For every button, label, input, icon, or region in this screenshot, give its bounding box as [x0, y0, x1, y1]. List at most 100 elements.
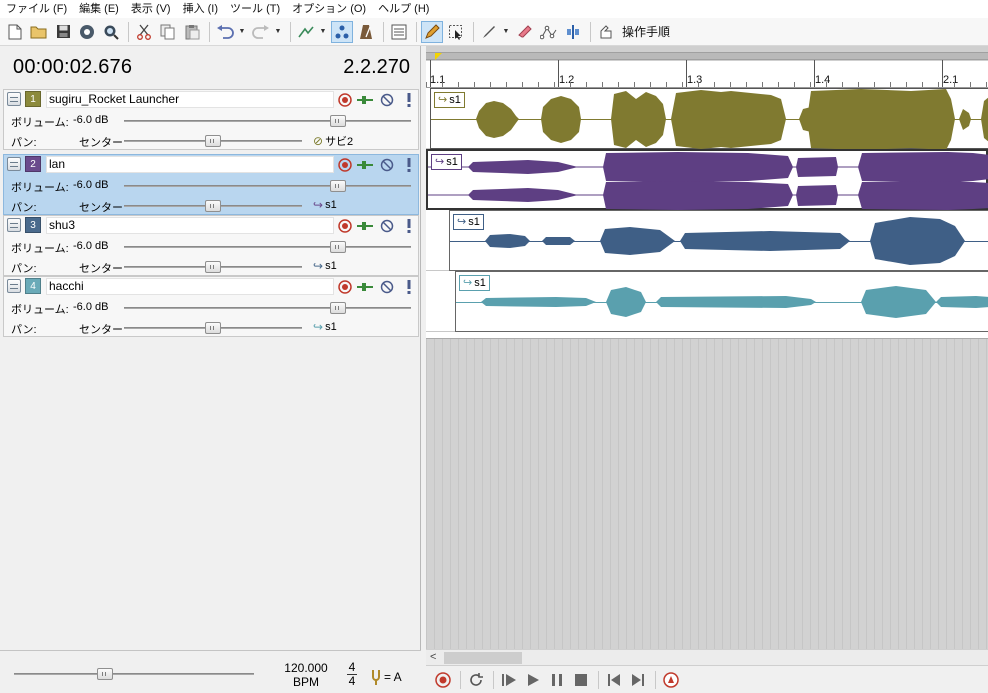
menu-help[interactable]: ヘルプ (H) [372, 0, 435, 18]
menu-file[interactable]: ファイル (F) [0, 0, 73, 18]
scrollbar-thumb[interactable] [444, 652, 522, 664]
pan-slider-thumb[interactable] [205, 322, 221, 334]
track-header-4[interactable]: 4 hacchi ボリューム: -6.0 dB パン: センター ↪ s1 [3, 276, 419, 337]
event-label[interactable]: ↪ s1 [453, 214, 484, 230]
volume-slider-track[interactable] [124, 185, 411, 187]
play-from-start-icon[interactable] [498, 669, 520, 691]
send-target[interactable]: ↪ s1 [313, 259, 337, 273]
cut-icon[interactable] [133, 21, 155, 43]
audio-event[interactable]: ↪ s1 [426, 149, 988, 210]
menu-edit[interactable]: 編集 (E) [73, 0, 125, 18]
redo-icon[interactable] [250, 21, 272, 43]
volume-slider-thumb[interactable] [330, 302, 346, 314]
volume-slider-thumb[interactable] [330, 241, 346, 253]
pause-icon[interactable] [546, 669, 568, 691]
audio-event[interactable]: ↪ s1 [430, 88, 988, 150]
volume-slider-track[interactable] [124, 307, 411, 309]
menu-options[interactable]: オプション (O) [286, 0, 372, 18]
send-target[interactable]: ↪ s1 [313, 198, 337, 212]
time-signature[interactable]: 4 4 [346, 661, 358, 688]
event-label[interactable]: ↪ s1 [431, 154, 462, 170]
loop-icon[interactable] [465, 669, 487, 691]
ripple-dropdown-icon[interactable]: ▼ [319, 21, 327, 43]
mute-icon[interactable] [379, 218, 395, 233]
menu-tools[interactable]: ツール (T) [224, 0, 286, 18]
play-icon[interactable] [522, 669, 544, 691]
go-to-end-icon[interactable] [627, 669, 649, 691]
track-grip-icon[interactable] [7, 218, 21, 232]
mixer-window-icon[interactable] [388, 21, 410, 43]
split-tool-icon[interactable] [562, 21, 584, 43]
track-name-field[interactable]: shu3 [46, 217, 334, 234]
volume-slider-thumb[interactable] [330, 115, 346, 127]
audio-event[interactable]: ↪ s1 [449, 210, 988, 271]
track-header-1[interactable]: 1 sugiru_Rocket Launcher ボリューム: -6.0 dB … [3, 89, 419, 150]
fx-icon[interactable] [357, 279, 373, 294]
volume-slider-track[interactable] [124, 246, 411, 248]
guide-label[interactable]: 操作手順 [622, 23, 670, 40]
cursor-marker-icon[interactable] [435, 53, 442, 60]
solo-icon[interactable] [401, 157, 417, 172]
record-arm-icon[interactable] [337, 157, 353, 172]
fx-icon[interactable] [357, 218, 373, 233]
node-tool-icon[interactable] [538, 21, 560, 43]
paste-icon[interactable] [181, 21, 203, 43]
record-arm-icon[interactable] [337, 279, 353, 294]
stop-icon[interactable] [570, 669, 592, 691]
fx-icon[interactable] [357, 157, 373, 172]
mute-icon[interactable] [379, 157, 395, 172]
track-grip-icon[interactable] [7, 279, 21, 293]
envelope-tool-icon[interactable] [478, 21, 500, 43]
mute-icon[interactable] [379, 92, 395, 107]
track-name-field[interactable]: hacchi [46, 278, 334, 295]
draw-tool-icon[interactable] [421, 20, 443, 43]
master-volume-thumb[interactable] [97, 668, 113, 680]
timeline-ruler[interactable]: 1.1 1.2 1.3 1.4 2.1 [426, 60, 988, 88]
metronome-icon[interactable] [355, 21, 377, 43]
render-icon[interactable] [76, 21, 98, 43]
fx-icon[interactable] [357, 92, 373, 107]
pan-slider-thumb[interactable] [205, 261, 221, 273]
record-icon[interactable] [432, 669, 454, 691]
copy-icon[interactable] [157, 21, 179, 43]
track-header-2[interactable]: 2 lan ボリューム: -6.0 dB パン: センター ↪ s1 [3, 154, 419, 215]
send-target[interactable]: ↪ s1 [313, 320, 337, 334]
solo-icon[interactable] [401, 218, 417, 233]
loop-region-bar[interactable] [426, 52, 988, 60]
event-label[interactable]: ↪ s1 [434, 92, 465, 108]
tuning-display[interactable]: = A [370, 669, 402, 685]
menu-insert[interactable]: 挿入 (I) [177, 0, 224, 18]
track-header-3[interactable]: 3 shu3 ボリューム: -6.0 dB パン: センター ↪ s1 [3, 215, 419, 276]
solo-icon[interactable] [401, 279, 417, 294]
tempo-display[interactable]: 120.000 BPM [283, 661, 329, 689]
scroll-left-icon[interactable]: < [430, 651, 436, 663]
track-name-field[interactable]: sugiru_Rocket Launcher [46, 91, 334, 108]
empty-track-area[interactable] [426, 338, 988, 649]
event-label[interactable]: ↪ s1 [459, 275, 490, 291]
guide-icon[interactable] [595, 21, 617, 43]
audio-event[interactable]: ↪ s1 [455, 271, 988, 332]
solo-icon[interactable] [401, 92, 417, 107]
lock-envelopes-icon[interactable] [331, 20, 353, 43]
track-grip-icon[interactable] [7, 157, 21, 171]
undo-icon[interactable] [214, 21, 236, 43]
eraser-icon[interactable] [514, 21, 536, 43]
track-grip-icon[interactable] [7, 92, 21, 106]
undo-dropdown-icon[interactable]: ▼ [238, 21, 246, 43]
horizontal-scrollbar[interactable]: < [426, 649, 988, 665]
record-arm-icon[interactable] [337, 92, 353, 107]
record-arm-icon[interactable] [337, 218, 353, 233]
volume-slider-track[interactable] [124, 120, 411, 122]
master-volume-track[interactable] [14, 673, 254, 675]
pan-slider-thumb[interactable] [205, 200, 221, 212]
new-file-icon[interactable] [4, 21, 26, 43]
mute-icon[interactable] [379, 279, 395, 294]
track-name-field[interactable]: lan [46, 156, 334, 173]
menu-view[interactable]: 表示 (V) [125, 0, 177, 18]
go-to-start-icon[interactable] [603, 669, 625, 691]
send-target[interactable]: ⊘ サビ2 [313, 133, 353, 149]
search-icon[interactable] [100, 21, 122, 43]
redo-dropdown-icon[interactable]: ▼ [274, 21, 282, 43]
open-folder-icon[interactable] [28, 21, 50, 43]
metronome-record-icon[interactable] [660, 669, 682, 691]
